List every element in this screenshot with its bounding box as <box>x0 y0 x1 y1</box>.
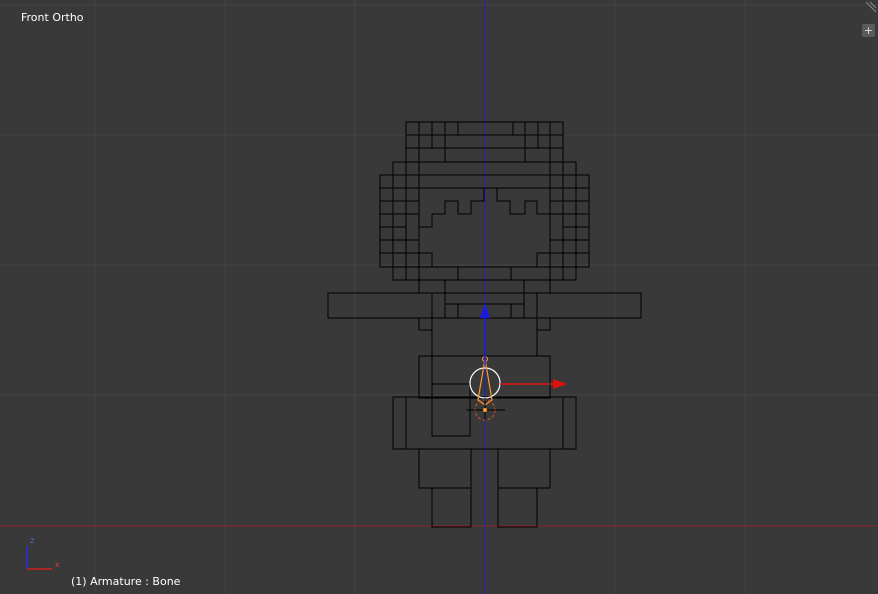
properties-toggle-button[interactable]: + <box>862 24 875 37</box>
view-name-label: Front Ortho <box>21 11 84 24</box>
gizmo-z-label: z <box>30 536 34 545</box>
active-object-label: (1) Armature : Bone <box>71 575 181 588</box>
3d-viewport[interactable]: z x Front Ortho + (1) Armature : Bone <box>0 0 878 594</box>
gizmo-x-label: x <box>55 560 60 569</box>
area-split-corner-icon[interactable] <box>865 1 877 13</box>
viewport-canvas[interactable]: z x <box>0 0 878 594</box>
axes-gizmo: z x <box>26 536 60 570</box>
grid <box>0 0 878 594</box>
